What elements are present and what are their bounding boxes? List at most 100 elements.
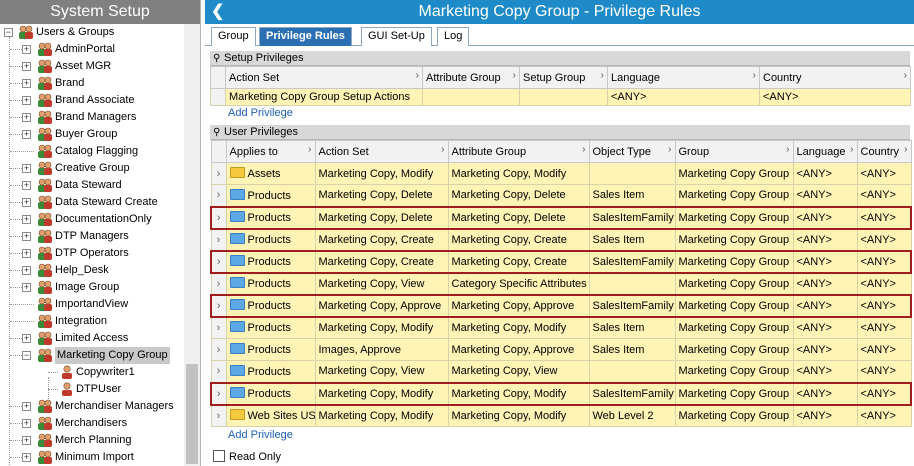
column-header[interactable]: Action Set › [225, 66, 423, 89]
table-cell[interactable]: <ANY> [856, 293, 912, 318]
tab-group[interactable]: Group [211, 27, 256, 46]
table-cell[interactable]: Marketing Copy, Delete [447, 184, 590, 207]
table-cell[interactable]: <ANY> [856, 162, 912, 185]
table-cell[interactable]: <ANY> [856, 184, 912, 207]
table-cell[interactable]: <ANY> [856, 228, 912, 251]
table-cell[interactable]: Products [225, 272, 316, 295]
table-row[interactable]: › Products Marketing Copy, View Marketing C… [210, 360, 912, 383]
tab-privilege-rules[interactable]: Privilege Rules [259, 27, 352, 46]
table-cell[interactable]: Category Specific Attributes [447, 272, 590, 295]
highlighted-table-row[interactable]: › Products Marketing Copy, Approve Marketin… [210, 293, 912, 318]
table-cell[interactable]: <ANY> [856, 381, 912, 406]
tree-item-marketing-copy-group[interactable]: − Marketing Copy Group [0, 347, 185, 364]
tree-item-adminportal[interactable]: + AdminPortal [0, 41, 185, 58]
expand-row-icon[interactable]: › [210, 338, 227, 361]
table-cell[interactable]: Marketing Copy, Approve [447, 338, 590, 361]
table-cell[interactable]: <ANY> [792, 293, 858, 318]
expand-row-icon[interactable]: › [210, 404, 227, 427]
table-cell[interactable]: Marketing Copy, Modify [314, 381, 449, 406]
table-cell[interactable]: SalesItemFamily [588, 293, 676, 318]
highlighted-table-row[interactable]: › Products Marketing Copy, Delete Marketing… [210, 205, 912, 230]
tree-item-catalog-flagging[interactable]: Catalog Flagging [0, 143, 185, 160]
table-cell[interactable]: Products [225, 205, 316, 230]
table-cell[interactable]: Marketing Copy, Modify [314, 404, 449, 427]
table-cell[interactable]: Sales Item [588, 316, 676, 339]
highlighted-table-row[interactable]: › Products Marketing Copy, Create Marketing… [210, 249, 912, 274]
table-row[interactable]: › Products Images, Approve Marketing Copy, … [210, 338, 912, 361]
table-cell[interactable]: <ANY> [607, 88, 760, 106]
tree-scrollbar[interactable] [184, 24, 200, 466]
tree-root-users-groups[interactable]: − Users & Groups [0, 24, 185, 41]
expand-icon[interactable]: + [22, 96, 31, 105]
table-cell[interactable]: Web Sites US [225, 404, 316, 427]
table-cell[interactable]: Marketing Copy Group [674, 316, 794, 339]
expand-row-icon[interactable]: › [210, 381, 227, 406]
table-cell[interactable]: Marketing Copy, Modify [447, 404, 590, 427]
table-cell[interactable]: Marketing Copy Group Setup Actions [225, 88, 423, 106]
table-cell[interactable]: Products [225, 228, 316, 251]
table-cell[interactable]: <ANY> [792, 404, 858, 427]
pin-icon[interactable]: ⚲ [213, 125, 220, 140]
add-setup-privilege-link[interactable]: Add Privilege [228, 107, 293, 119]
table-cell[interactable]: Marketing Copy Group [674, 360, 794, 383]
table-cell[interactable]: <ANY> [792, 316, 858, 339]
table-cell[interactable]: Marketing Copy Group [674, 293, 794, 318]
table-cell[interactable]: Marketing Copy, Approve [447, 293, 590, 318]
collapse-icon[interactable]: − [4, 28, 13, 37]
scrollbar-thumb[interactable] [186, 364, 198, 464]
expand-icon[interactable]: + [22, 334, 31, 343]
expand-row-icon[interactable]: › [210, 293, 227, 318]
table-cell[interactable]: <ANY> [792, 272, 858, 295]
expand-icon[interactable]: + [22, 198, 31, 207]
tree-item-brand[interactable]: + Brand [0, 75, 185, 92]
table-row[interactable]: › Products Marketing Copy, Delete Marketing… [210, 184, 912, 207]
expand-icon[interactable]: + [22, 45, 31, 54]
tree-item-creative-group[interactable]: + Creative Group [0, 160, 185, 177]
column-header[interactable]: Language › [792, 140, 858, 163]
column-header[interactable]: Attribute Group › [422, 66, 520, 89]
collapse-icon[interactable]: − [22, 351, 31, 360]
table-cell[interactable]: <ANY> [856, 338, 912, 361]
expand-icon[interactable]: + [22, 419, 31, 428]
tab-gui-set-up[interactable]: GUI Set-Up [361, 27, 432, 46]
pin-icon[interactable]: ⚲ [213, 51, 220, 66]
tree-item-limited-access[interactable]: + Limited Access [0, 330, 185, 347]
tree-item-buyer-group[interactable]: + Buyer Group [0, 126, 185, 143]
table-cell[interactable] [422, 88, 520, 106]
table-cell[interactable]: Marketing Copy, View [447, 360, 590, 383]
table-cell[interactable]: Sales Item [588, 184, 676, 207]
table-cell[interactable] [519, 88, 608, 106]
table-cell[interactable] [588, 272, 676, 295]
expand-icon[interactable]: + [22, 453, 31, 462]
table-cell[interactable]: Marketing Copy Group [674, 338, 794, 361]
table-cell[interactable]: <ANY> [856, 404, 912, 427]
expand-icon[interactable]: + [22, 79, 31, 88]
tree-item-integration[interactable]: Integration [0, 313, 185, 330]
table-cell[interactable]: <ANY> [792, 360, 858, 383]
expand-icon[interactable]: + [22, 62, 31, 71]
expand-icon[interactable]: + [22, 130, 31, 139]
table-cell[interactable]: Marketing Copy Group [674, 205, 794, 230]
table-cell[interactable]: <ANY> [856, 316, 912, 339]
table-cell[interactable]: Marketing Copy Group [674, 184, 794, 207]
add-user-privilege-link[interactable]: Add Privilege [228, 429, 293, 441]
table-cell[interactable]: Marketing Copy, Create [447, 249, 590, 274]
expand-icon[interactable]: + [22, 232, 31, 241]
table-cell[interactable]: Marketing Copy Group [674, 404, 794, 427]
table-cell[interactable]: Marketing Copy, Modify [447, 162, 590, 185]
expand-icon[interactable]: + [22, 215, 31, 224]
tree-item-data-steward-create[interactable]: + Data Steward Create [0, 194, 185, 211]
read-only-checkbox[interactable]: Read Only [213, 450, 281, 464]
expand-icon[interactable]: + [22, 266, 31, 275]
expand-row-icon[interactable]: › [210, 272, 227, 295]
table-cell[interactable]: Marketing Copy, Create [447, 228, 590, 251]
table-cell[interactable]: SalesItemFamily [588, 205, 676, 230]
table-row[interactable]: Marketing Copy Group Setup Actions <ANY> <… [210, 88, 911, 106]
table-cell[interactable]: Marketing Copy, View [314, 360, 449, 383]
table-cell[interactable]: Marketing Copy, Modify [314, 162, 449, 185]
tab-log[interactable]: Log [437, 27, 470, 46]
tree-item-image-group[interactable]: + Image Group [0, 279, 185, 296]
tree-item-minimum-import[interactable]: + Minimum Import [0, 449, 185, 466]
table-cell[interactable]: Marketing Copy, Create [314, 228, 449, 251]
expand-row-icon[interactable]: › [210, 205, 227, 230]
